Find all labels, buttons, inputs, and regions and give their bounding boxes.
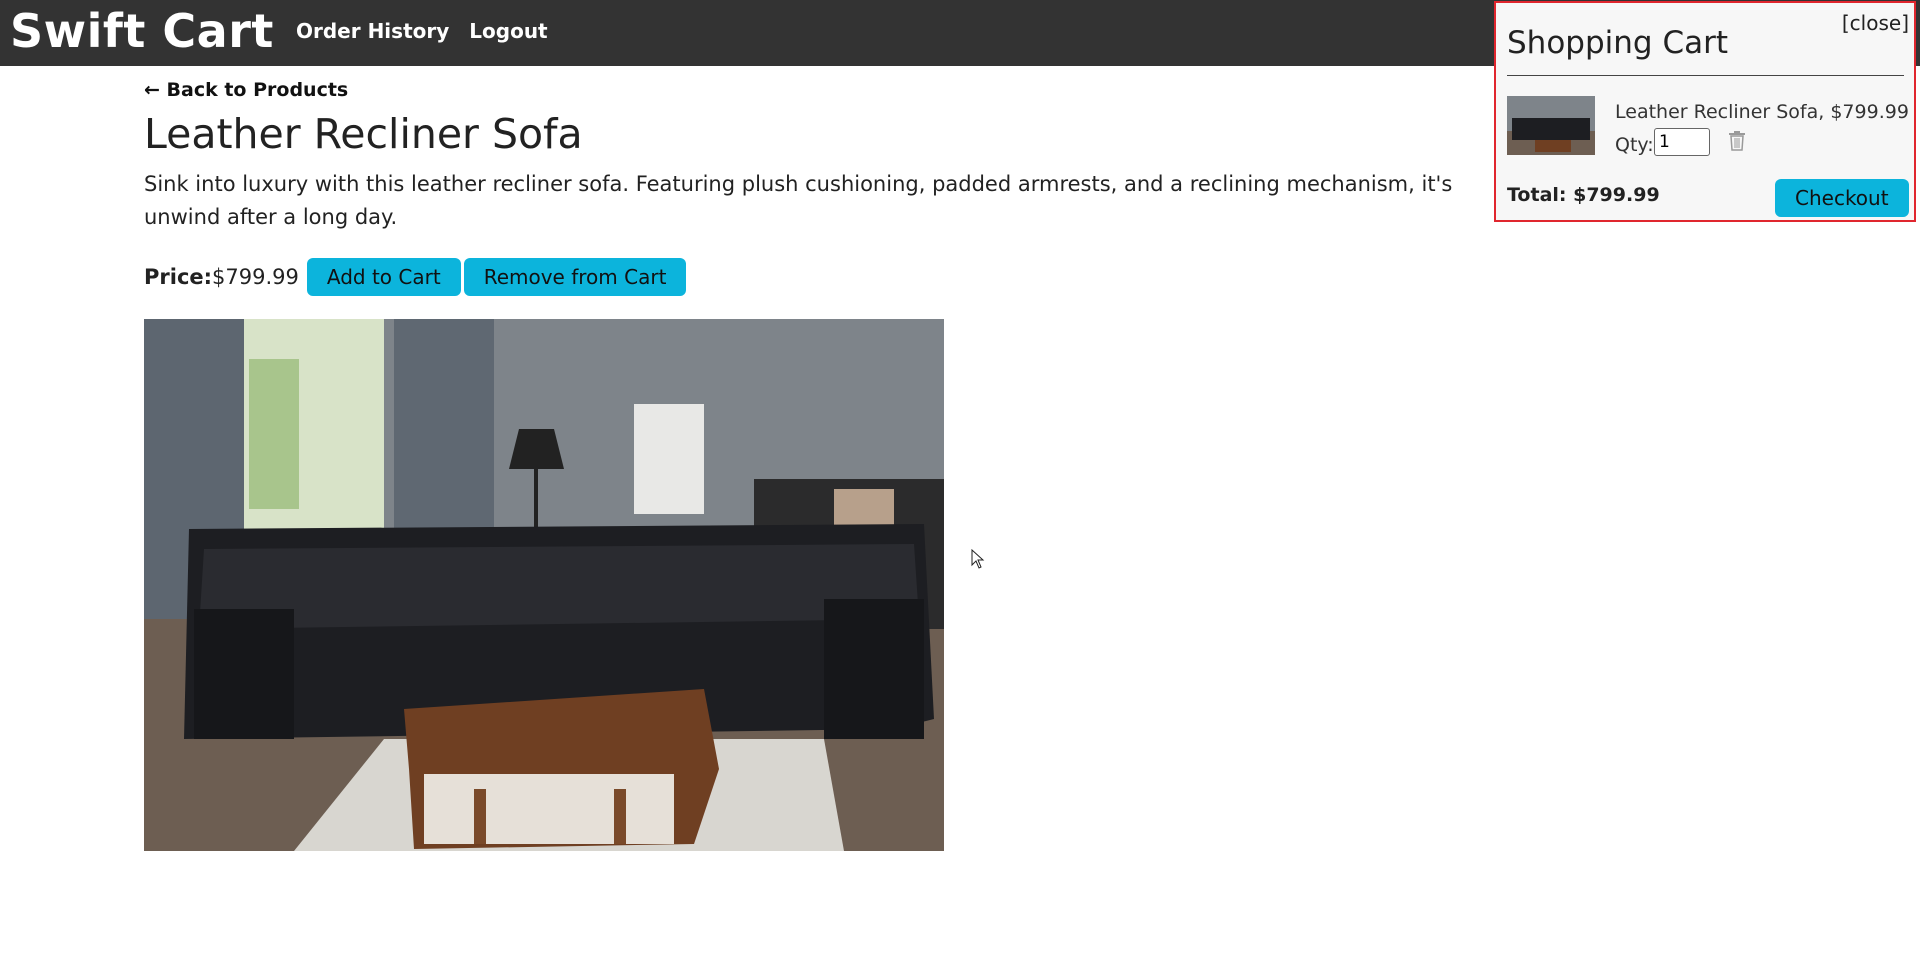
cart-total: Total: $799.99 — [1507, 184, 1660, 206]
nav-links: Order History Logout — [296, 19, 548, 43]
cart-title: Shopping Cart — [1507, 25, 1728, 61]
nav-logout-link[interactable]: Logout — [469, 19, 547, 43]
price-value: $799.99 — [212, 265, 299, 289]
remove-from-cart-button[interactable]: Remove from Cart — [463, 258, 687, 296]
cart-qty-input[interactable] — [1654, 128, 1710, 156]
cart-close-button[interactable]: [close] — [1842, 11, 1909, 35]
product-image — [144, 319, 944, 851]
shopping-cart-popup: [close] Shopping Cart Leather Recliner S… — [1494, 1, 1916, 222]
trash-icon[interactable] — [1728, 131, 1746, 155]
product-title: Leather Recliner Sofa — [144, 110, 583, 158]
cart-item-name: Leather Recliner Sofa, $799.99 — [1615, 101, 1909, 123]
product-description: Sink into luxury with this leather recli… — [144, 172, 1453, 229]
back-to-products-link[interactable]: ← Back to Products — [144, 79, 348, 101]
checkout-button[interactable]: Checkout — [1775, 179, 1909, 217]
cart-item-thumbnail — [1507, 96, 1595, 155]
cart-divider — [1507, 75, 1904, 76]
price-label: Price: — [144, 265, 213, 289]
add-to-cart-button[interactable]: Add to Cart — [306, 258, 461, 296]
price-row: Price: $799.99 Add to Cart Remove from C… — [144, 258, 689, 296]
brand-logo[interactable]: Swift Cart — [10, 4, 274, 58]
nav-order-history-link[interactable]: Order History — [296, 19, 449, 43]
cart-qty-label: Qty: — [1615, 134, 1654, 156]
mouse-cursor-icon — [971, 548, 985, 573]
